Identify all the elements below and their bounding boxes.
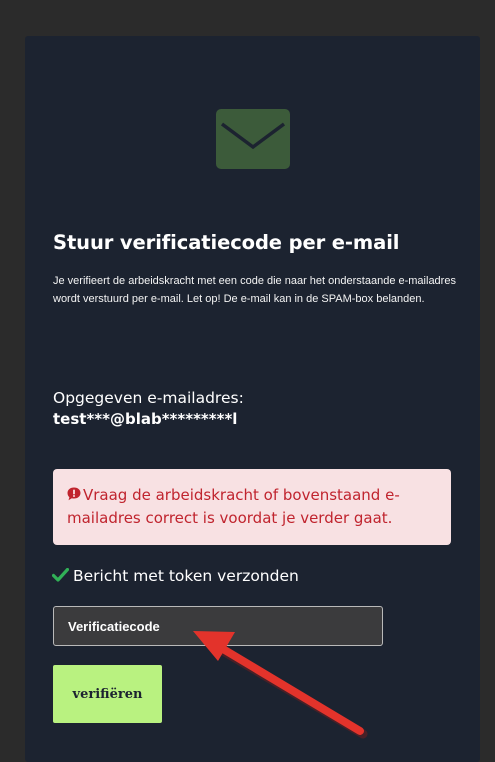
- description-text: Je verifieert de arbeidskracht met een c…: [53, 275, 456, 305]
- verification-code-input[interactable]: [53, 606, 383, 646]
- status-text: Bericht met token verzonden: [73, 567, 299, 585]
- exclamation-bubble-icon: [67, 487, 81, 501]
- verify-button[interactable]: verifiëren: [53, 665, 162, 723]
- email-label: Opgegeven e-mailadres:: [53, 389, 244, 407]
- envelope-icon: [216, 109, 290, 169]
- alert-text: Vraag de arbeidskracht of bovenstaand e-…: [67, 486, 400, 527]
- status-message: Bericht met token verzonden: [52, 567, 299, 585]
- warning-alert: Vraag de arbeidskracht of bovenstaand e-…: [53, 469, 451, 545]
- page-title: Stuur verificatiecode per e-mail: [53, 231, 400, 254]
- checkmark-icon: [52, 568, 69, 582]
- email-value: test***@blab*********l: [53, 410, 238, 428]
